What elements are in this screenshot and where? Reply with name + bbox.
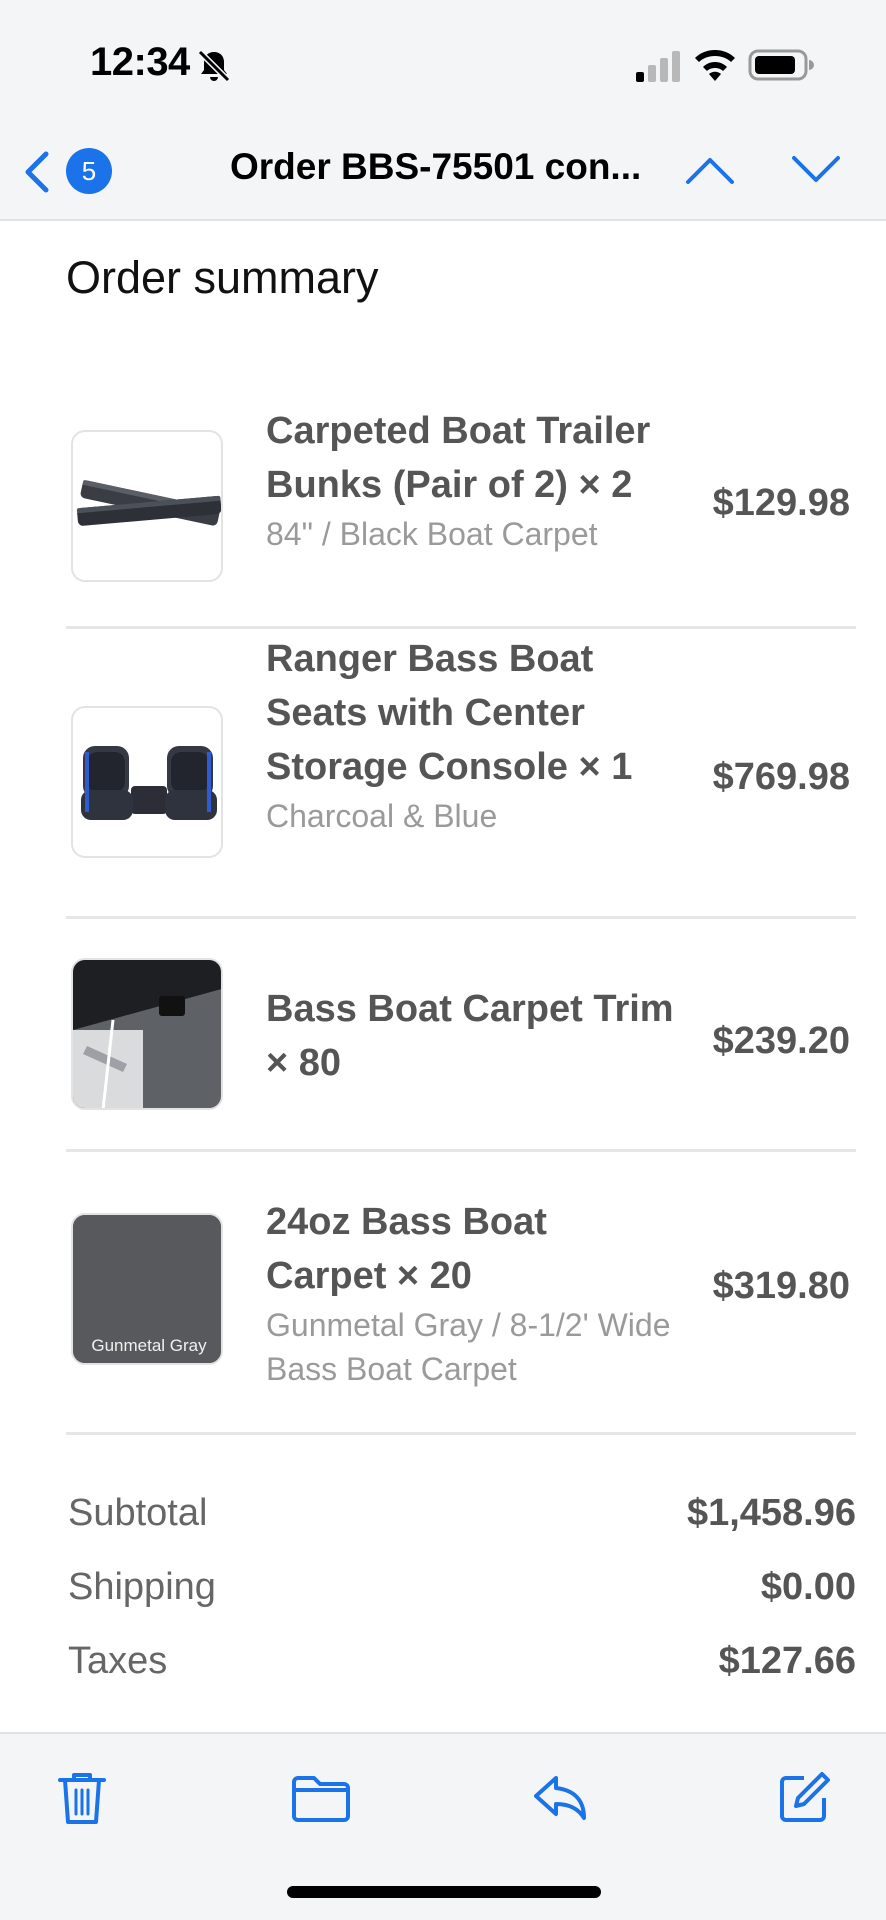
nav-bar: 5 Order BBS-75501 con... xyxy=(0,130,886,220)
swatch-label: Gunmetal Gray xyxy=(91,1336,207,1355)
gunmetal-carpet-swatch: Gunmetal Gray xyxy=(73,1215,221,1363)
top-chrome: 12:34 5 Order BBS-75501 con... xyxy=(0,0,886,221)
bottom-toolbar xyxy=(0,1732,886,1920)
order-item: Gunmetal Gray 24oz Bass Boat Carpet × 20… xyxy=(66,1155,856,1435)
item-variant: Gunmetal Gray / 8-1/2' Wide Bass Boat Ca… xyxy=(266,1307,671,1387)
item-text: Ranger Bass Boat Seats with Center Stora… xyxy=(266,632,676,838)
reply-icon[interactable] xyxy=(530,1768,590,1828)
item-text: Bass Boat Carpet Trim × 80 xyxy=(266,982,676,1090)
item-text: 24oz Bass Boat Carpet × 20 Gunmetal Gray… xyxy=(266,1195,676,1391)
total-label: Shipping xyxy=(68,1566,216,1608)
cellular-signal-icon xyxy=(636,51,680,82)
order-item: Ranger Bass Boat Seats with Center Stora… xyxy=(66,632,856,919)
item-text: Carpeted Boat Trailer Bunks (Pair of 2) … xyxy=(266,404,676,556)
taxes-row: Taxes $127.66 xyxy=(66,1640,856,1714)
email-body: Order summary Carpeted Boat Trailer Bunk… xyxy=(0,222,886,1732)
item-name: 24oz Bass Boat Carpet × 20 xyxy=(266,1201,547,1297)
total-value: $127.66 xyxy=(718,1640,856,1682)
status-time: 12:34 xyxy=(90,40,190,84)
message-subject-title: Order BBS-75501 con... xyxy=(230,146,642,187)
item-price: $239.20 xyxy=(712,1020,850,1062)
item-price: $319.80 xyxy=(712,1265,850,1307)
total-value: $0.00 xyxy=(760,1566,856,1608)
status-bar: 12:34 xyxy=(0,0,886,130)
item-price: $769.98 xyxy=(712,756,850,798)
unread-count-badge[interactable]: 5 xyxy=(66,148,112,194)
chevron-left-icon[interactable] xyxy=(18,148,54,196)
order-item: Carpeted Boat Trailer Bunks (Pair of 2) … xyxy=(66,372,856,629)
trash-icon[interactable] xyxy=(52,1768,112,1828)
shipping-row: Shipping $0.00 xyxy=(66,1566,856,1640)
order-item: Bass Boat Carpet Trim × 80 $239.20 xyxy=(66,922,856,1152)
item-variant: Charcoal & Blue xyxy=(266,798,498,834)
product-image-carpet-trim[interactable] xyxy=(71,958,223,1110)
trailer-bunks-image xyxy=(76,480,221,526)
compose-icon[interactable] xyxy=(774,1768,834,1828)
total-label: Subtotal xyxy=(68,1492,208,1534)
folder-icon[interactable] xyxy=(290,1768,352,1828)
chevron-down-icon[interactable] xyxy=(790,154,842,186)
subtotal-row: Subtotal $1,458.96 xyxy=(66,1492,856,1566)
chevron-up-icon[interactable] xyxy=(684,154,736,186)
bell-slash-icon xyxy=(197,49,231,83)
home-indicator[interactable] xyxy=(287,1886,601,1898)
wifi-icon xyxy=(695,50,735,81)
total-value: $1,458.96 xyxy=(686,1492,856,1534)
item-name: Ranger Bass Boat Seats with Center Stora… xyxy=(266,638,633,788)
product-image-trailer-bunks[interactable] xyxy=(71,430,223,582)
battery-icon xyxy=(748,49,814,81)
boat-seats-image xyxy=(81,746,217,820)
product-image-boat-seats[interactable] xyxy=(71,706,223,858)
item-variant: 84" / Black Boat Carpet xyxy=(266,516,598,552)
item-name: Carpeted Boat Trailer Bunks (Pair of 2) … xyxy=(266,410,651,506)
carpet-trim-image xyxy=(73,960,221,1108)
total-label: Taxes xyxy=(68,1640,168,1682)
item-price: $129.98 xyxy=(712,482,850,524)
product-image-bass-boat-carpet[interactable]: Gunmetal Gray xyxy=(71,1213,223,1365)
item-name: Bass Boat Carpet Trim × 80 xyxy=(266,988,674,1084)
order-summary-heading: Order summary xyxy=(66,252,379,303)
order-totals: Subtotal $1,458.96 Shipping $0.00 Taxes … xyxy=(66,1492,856,1714)
